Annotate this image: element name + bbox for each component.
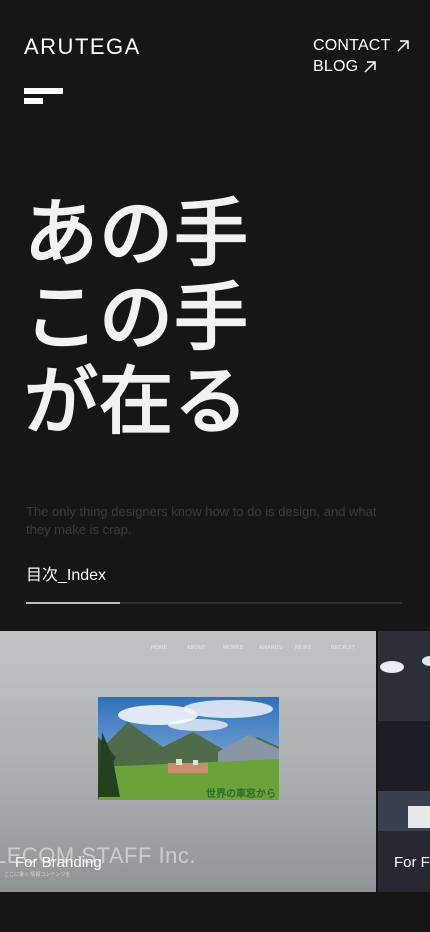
preview-nav-item: WORKS xyxy=(223,645,244,651)
hero-line: この手 xyxy=(24,275,249,361)
slide-label: For Branding xyxy=(15,854,102,871)
index-progress-fill xyxy=(26,602,120,604)
hero-heading: あの手 この手 が在る xyxy=(24,192,249,444)
contact-link[interactable]: CONTACT xyxy=(313,35,410,56)
arrow-up-right-icon xyxy=(397,39,409,52)
slide-label: For F xyxy=(394,854,430,871)
contact-link-label: CONTACT xyxy=(313,37,391,54)
preview-nav-item: NEWS xyxy=(295,645,312,651)
event-photo xyxy=(378,631,430,892)
menu-bar-long xyxy=(24,88,63,94)
preview-nav-item: HOME xyxy=(151,645,168,651)
site-logo[interactable]: ARUTEGA xyxy=(24,34,141,60)
tagline: The only thing designers know how to do … xyxy=(26,504,377,537)
index-progress-track xyxy=(26,602,402,604)
index-label: 目次_Index xyxy=(26,567,107,584)
preview-nav: HOME ABOUT WORKS AWARDS NEWS RECRUIT xyxy=(151,645,367,651)
preview-nav-item: RECRUIT xyxy=(331,645,356,651)
photo-caption: 世界の車窓から xyxy=(206,789,276,800)
preview-nav-item: AWARDS xyxy=(259,645,283,651)
blog-link-label: BLOG xyxy=(313,58,359,75)
preview-brand-sub: ここに書く 情報コンテンツを xyxy=(4,872,71,878)
preview-nav-item: ABOUT xyxy=(187,645,206,651)
carousel-slide[interactable]: For F xyxy=(378,631,430,892)
works-carousel[interactable]: HOME ABOUT WORKS AWARDS NEWS RECRUIT 世界の… xyxy=(0,631,430,892)
menu-icon[interactable] xyxy=(24,88,64,104)
arrow-up-right-icon xyxy=(364,60,377,73)
hero-line: が在る xyxy=(24,359,249,445)
blog-link[interactable]: BLOG xyxy=(313,56,410,77)
top-nav: CONTACT BLOG xyxy=(313,35,410,77)
menu-bar-short xyxy=(24,98,43,104)
carousel-slide[interactable]: HOME ABOUT WORKS AWARDS NEWS RECRUIT 世界の… xyxy=(0,631,376,892)
hero-line: あの手 xyxy=(24,191,249,277)
